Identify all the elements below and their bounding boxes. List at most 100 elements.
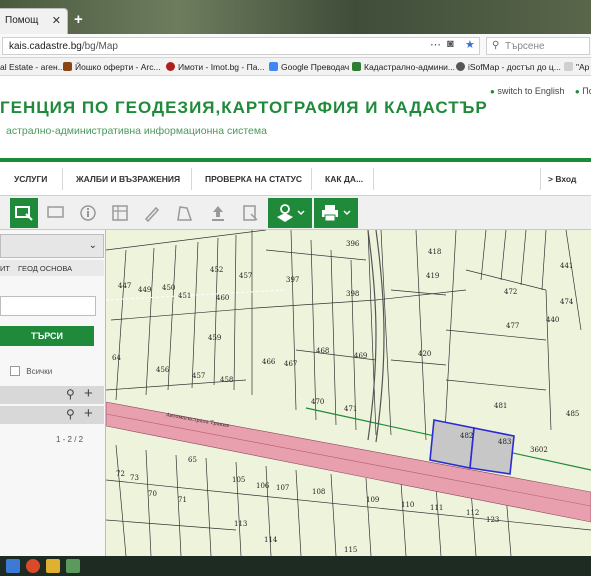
selected-parcel-482[interactable] [429, 419, 475, 469]
layers-tool-button[interactable] [106, 198, 134, 228]
start-icon[interactable] [6, 559, 20, 573]
parcel-label: 65 [188, 456, 197, 464]
print-tool-button[interactable] [314, 198, 358, 228]
menu-item-status-check[interactable]: ПРОВЕРКА НА СТАТУС [205, 174, 302, 184]
bookmarks-bar: al Estate - аген... Йошко оферти - Arc..… [0, 58, 591, 76]
bookmark-item[interactable]: Кадастрално-админи... [352, 62, 455, 72]
zoom-to-icon[interactable]: ⚲ [66, 407, 75, 421]
select-tool-button[interactable] [10, 198, 38, 228]
search-placeholder: Търсене [505, 41, 545, 52]
location-icon [277, 204, 305, 222]
select-all-checkbox[interactable]: Всички [10, 366, 52, 376]
zoom-to-icon[interactable]: ⚲ [66, 387, 75, 401]
parcel-label: 451 [178, 292, 191, 300]
parcel-label: 419 [426, 272, 439, 280]
checkbox-icon [10, 366, 20, 376]
parcel-label: 115 [344, 546, 357, 554]
tab-label: Помощ [5, 15, 39, 26]
parcel-label: 72 [116, 470, 125, 478]
parcel-label: 447 [118, 282, 131, 290]
result-row[interactable]: ⚲ + [0, 405, 104, 424]
menu-item-complaints[interactable]: ЖАЛБИ И ВЪЗРАЖЕНИЯ [76, 174, 180, 184]
language-switch[interactable]: ● switch to English ● По [490, 86, 591, 96]
export-tool-button[interactable] [236, 198, 264, 228]
switch-language-link[interactable]: switch to English [497, 86, 564, 96]
app-icon[interactable] [66, 559, 80, 573]
url-domain: kais.cadastre.bg [9, 41, 82, 52]
parcel-label: 450 [162, 284, 175, 292]
login-link[interactable]: > Вход [548, 174, 576, 184]
chevron-down-icon: ⌄ [88, 240, 97, 251]
parcel-label: 105 [232, 476, 245, 484]
parcel-label: 457 [239, 272, 252, 280]
bookmark-item[interactable]: "Ар [564, 62, 589, 72]
bookmark-item[interactable]: Имоти - Imot.bg - Па... [166, 62, 265, 72]
menu-divider [311, 168, 312, 190]
cadastral-map[interactable]: Автомагистрала Тракия 396 418 441 452 45… [106, 230, 591, 556]
login-label: Вход [555, 174, 577, 184]
menu-item-how-to[interactable]: КАК ДА... [325, 174, 363, 184]
bookmark-favicon [564, 62, 573, 71]
parcel-label: 113 [234, 520, 247, 528]
parcel-label: 109 [366, 496, 379, 504]
pencil-icon [144, 206, 160, 222]
screen-tool-button[interactable] [42, 198, 70, 228]
add-icon[interactable]: + [84, 385, 93, 402]
bookmark-item[interactable]: al Estate - аген... [0, 62, 65, 72]
parcel-label: 483 [498, 438, 511, 446]
parcel-label: 64 [112, 354, 121, 362]
parcel-label: 452 [210, 266, 223, 274]
menu-divider [540, 168, 541, 190]
add-icon[interactable]: + [84, 405, 93, 422]
draw-tool-button[interactable] [138, 198, 166, 228]
globe-icon: ● [490, 87, 495, 96]
bookmark-label: Йошко оферти - Arc... [75, 62, 161, 72]
close-icon[interactable]: ✕ [52, 14, 61, 27]
layers-icon [112, 205, 128, 221]
result-row[interactable]: ⚲ + [0, 385, 104, 404]
bookmark-label: Имоти - Imot.bg - Па... [178, 62, 265, 72]
app-icon[interactable] [46, 559, 60, 573]
bookmark-favicon [269, 62, 278, 71]
parcel-label: 420 [418, 350, 431, 358]
parcel-labels: 396 418 441 452 457 419 447 449 450 451 … [112, 240, 579, 554]
parcel-label: 3602 [530, 446, 548, 454]
agency-title: ГЕНЦИЯ ПО ГЕОДЕЗИЯ,КАРТОГРАФИЯ И КАДАСТЪ… [0, 98, 488, 117]
parcel-label: 456 [156, 366, 170, 374]
polygon-tool-button[interactable] [170, 198, 198, 228]
bookmark-item[interactable]: Google Преводач [269, 62, 349, 72]
parcel-label: 481 [494, 402, 507, 410]
bookmark-label: Кадастрално-админи... [364, 62, 455, 72]
search-button[interactable]: ТЪРСИ [0, 326, 94, 346]
bookmark-item[interactable]: iSofMap - достъп до ц... [456, 62, 561, 72]
parcel-label: 477 [506, 322, 519, 330]
upload-tool-button[interactable] [204, 198, 232, 228]
address-bar[interactable]: kais.cadastre.bg/bg/Map [2, 37, 480, 55]
bookmark-favicon [456, 62, 465, 71]
parcel-label: 482 [460, 432, 473, 440]
pocket-icon[interactable]: ◙ [447, 38, 454, 50]
app-icon[interactable] [26, 559, 40, 573]
parcel-label: 108 [312, 488, 325, 496]
new-tab-icon[interactable]: + [74, 11, 83, 28]
menu-item-services[interactable]: УСЛУГИ [14, 174, 47, 184]
browser-navbar: kais.cadastre.bg/bg/Map ⋯ ◙ ★ ⚲ Търсене [0, 34, 591, 58]
print-icon [322, 205, 351, 222]
lang-extra-link[interactable]: По [582, 86, 591, 96]
object-type-dropdown[interactable]: ⌄ [0, 234, 104, 258]
location-tool-button[interactable] [268, 198, 312, 228]
selected-parcel-483[interactable] [469, 427, 515, 475]
browser-tab[interactable]: Помощ ✕ [0, 8, 68, 34]
info-tool-button[interactable] [74, 198, 102, 228]
menu-dots-icon[interactable]: ⋯ [430, 38, 441, 51]
bookmark-item[interactable]: Йошко оферти - Arc... [63, 62, 161, 72]
search-input[interactable]: ⚲ Търсене [486, 37, 590, 55]
parcel-label: 73 [130, 474, 139, 482]
identifier-input[interactable] [0, 296, 96, 316]
parcel-label: 469 [354, 352, 367, 360]
tab-geodetic-base[interactable]: ГЕОД ОСНОВА [18, 264, 72, 273]
parcel-label: 467 [284, 360, 297, 368]
tab-object[interactable]: ИТ [0, 264, 10, 273]
bookmark-star-icon[interactable]: ★ [465, 38, 475, 51]
help-icon: ● [574, 87, 580, 96]
